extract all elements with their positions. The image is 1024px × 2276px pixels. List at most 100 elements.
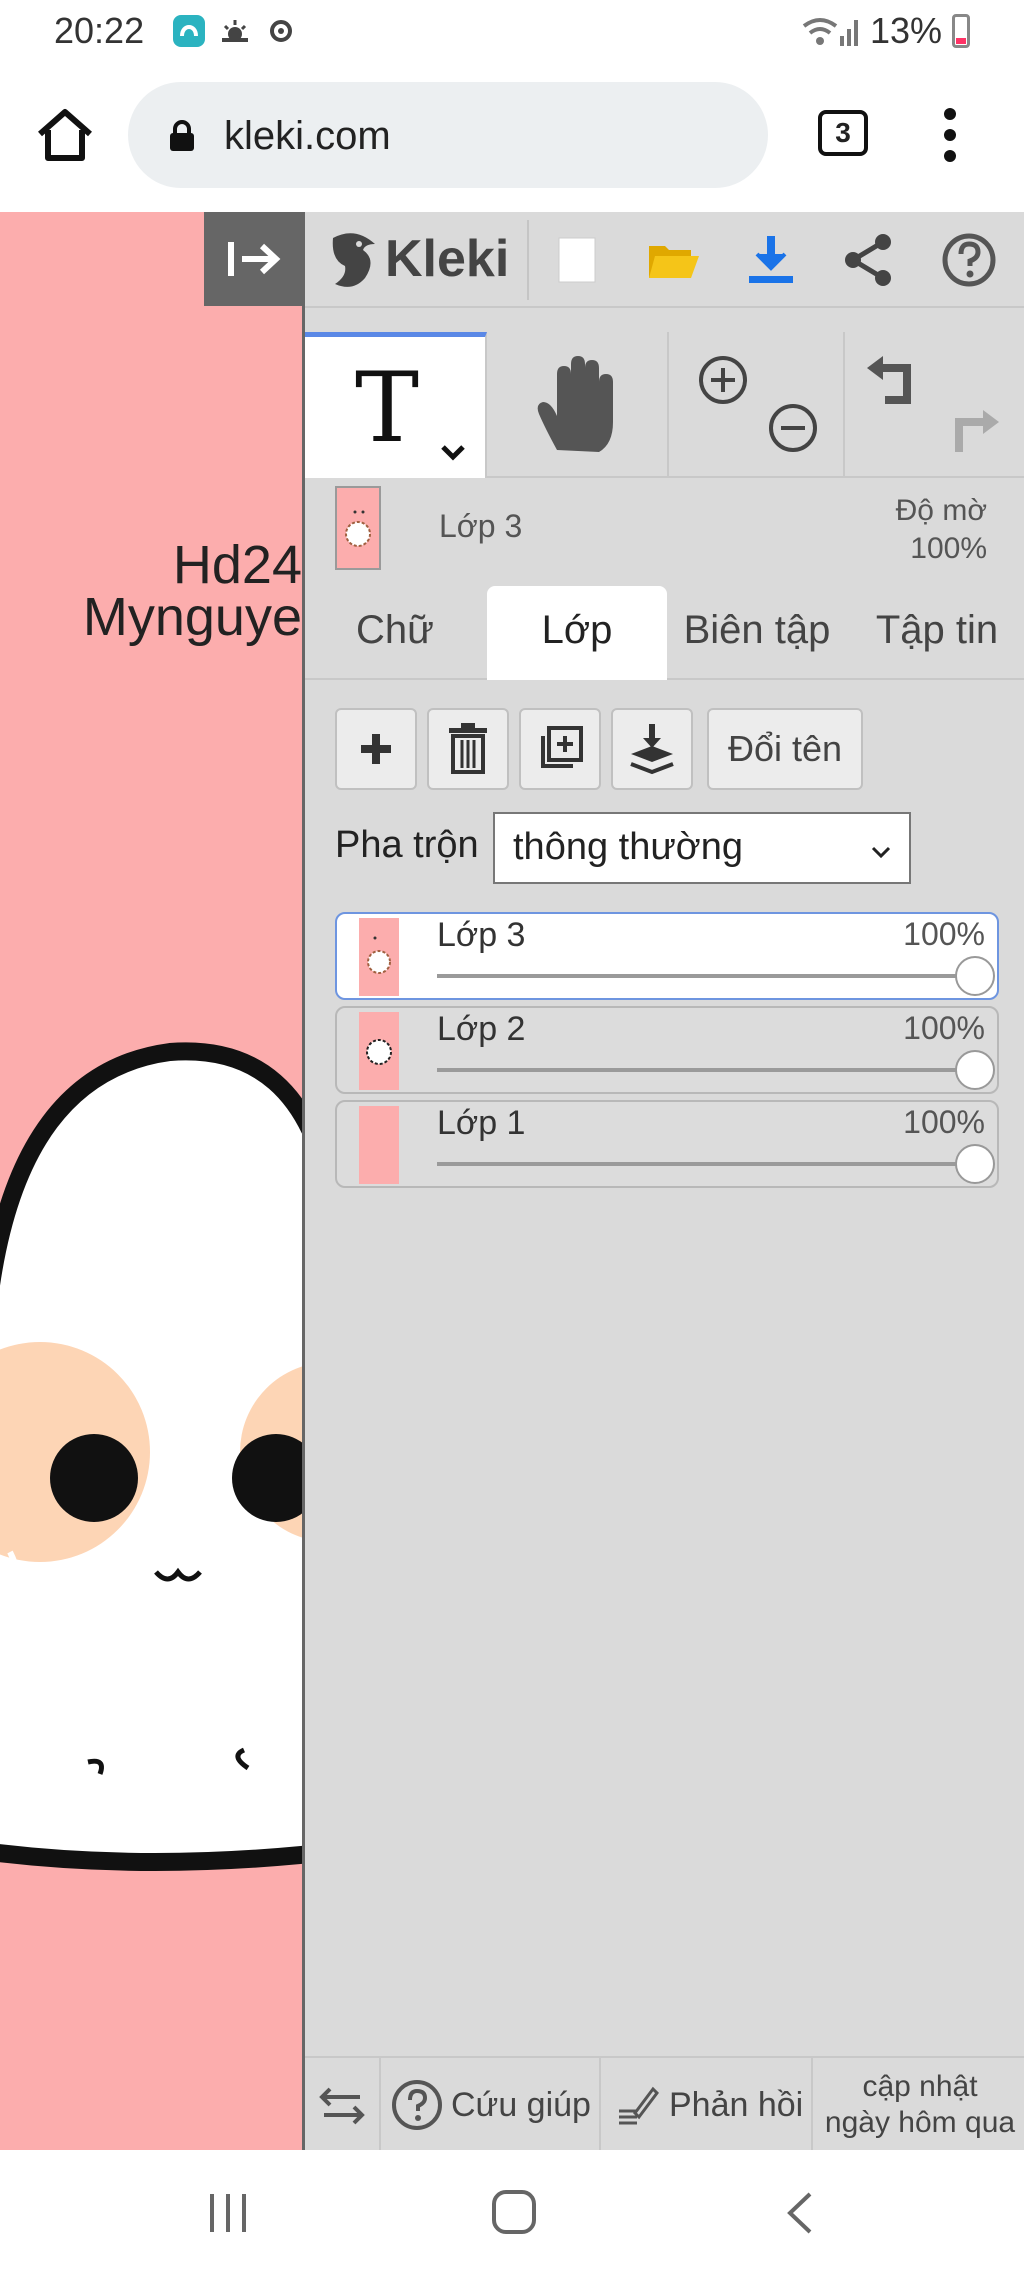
layer-thumbnail (359, 918, 399, 996)
swap-arrows-icon (319, 2087, 365, 2125)
opacity-slider-track[interactable] (437, 1162, 975, 1166)
layer-thumb-drawing (345, 510, 371, 547)
blend-mode-label: Pha trộn (335, 824, 479, 866)
layer-opacity-readout: Độ mờ 100% (896, 492, 987, 568)
sync-icon (270, 20, 292, 42)
kleki-logo[interactable]: Kleki (325, 226, 509, 292)
undo-icon[interactable] (867, 356, 911, 404)
tab-text[interactable]: Chữ (305, 586, 485, 680)
notification-icons (172, 14, 298, 48)
merge-down-button[interactable] (611, 708, 693, 790)
trash-icon (449, 723, 487, 774)
rename-layer-button[interactable]: Đổi tên (707, 708, 863, 790)
hand-icon (537, 356, 613, 452)
opacity-slider-handle[interactable] (955, 1050, 995, 1090)
more-menu-icon[interactable] (930, 104, 970, 166)
tab-edit[interactable]: Biên tập (667, 586, 847, 680)
system-nav-bar (0, 2150, 1024, 2276)
back-nav-icon[interactable] (782, 2190, 818, 2236)
layer-thumbnail (359, 1106, 399, 1184)
delete-layer-button[interactable] (427, 708, 509, 790)
tool-deck: T (305, 332, 1024, 478)
help-button[interactable]: Cứu giúp (381, 2058, 601, 2152)
add-layer-button[interactable] (335, 708, 417, 790)
app-notification-icon (173, 15, 205, 47)
drawing-canvas[interactable]: Hd24 Mynguye (0, 212, 302, 2150)
swap-side-button[interactable] (305, 2058, 381, 2152)
download-icon[interactable] (743, 232, 799, 288)
undo-redo-icons (867, 356, 999, 452)
feedback-button[interactable]: Phản hồi (601, 2058, 813, 2152)
layer-opacity: 100% (903, 1104, 985, 1140)
panel-footer: Cứu giúp Phản hồi cập nhật ngày hôm qua (305, 2056, 1024, 2152)
blend-mode-select[interactable]: thông thường (493, 812, 911, 884)
layer-item[interactable]: Lớp 1 100% (335, 1100, 999, 1188)
tab-switcher-button[interactable]: 3 (818, 110, 868, 156)
current-layer-thumbnail[interactable] (335, 486, 381, 570)
tab-layers[interactable]: Lớp (487, 586, 667, 680)
feedback-label: Phản hồi (669, 2085, 804, 2124)
share-icon[interactable] (841, 232, 897, 288)
new-image-icon[interactable] (549, 232, 605, 288)
kleki-bird-icon (332, 233, 375, 287)
feedback-pen-icon (619, 2086, 659, 2125)
layer-opacity: 100% (903, 1010, 985, 1046)
address-bar[interactable]: kleki.com (128, 82, 768, 188)
current-layer-name: Lớp 3 (439, 508, 523, 544)
text-tool-icon: T (355, 352, 465, 464)
plus-icon (361, 734, 391, 764)
wifi-signal-icon (802, 18, 858, 46)
layer-item[interactable]: Lớp 2 100% (335, 1006, 999, 1094)
undo-redo-buttons (845, 332, 1024, 478)
help-label: Cứu giúp (451, 2085, 591, 2124)
opacity-value: 100% (910, 532, 987, 565)
tab-file[interactable]: Tập tin (847, 586, 1024, 680)
zoom-in-icon[interactable] (699, 356, 747, 404)
blend-mode-value: thông thường (513, 826, 743, 868)
browser-toolbar: kleki.com 3 (0, 62, 1024, 212)
chevron-down-icon (871, 846, 891, 859)
collapse-arrow-icon (228, 242, 281, 276)
update-line2: ngày hôm qua (824, 2106, 1016, 2139)
help-circle-icon (392, 2080, 442, 2130)
redo-icon[interactable] (955, 410, 999, 452)
open-folder-icon[interactable] (645, 232, 701, 288)
opacity-slider-track[interactable] (437, 1068, 975, 1072)
zoom-out-icon[interactable] (769, 404, 817, 452)
canvas-character-drawing (0, 1042, 302, 1871)
home-nav-icon[interactable] (490, 2188, 538, 2236)
text-tool-button[interactable]: T (305, 332, 487, 478)
layer-opacity: 100% (903, 916, 985, 952)
opacity-slider-handle[interactable] (955, 1144, 995, 1184)
merge-down-icon (630, 724, 674, 775)
battery-icon (952, 14, 970, 48)
help-icon[interactable] (941, 232, 997, 288)
current-layer-info: Lớp 3 Độ mờ 100% (305, 478, 1024, 578)
panel-top-bar: Kleki (305, 212, 1024, 308)
panel-tabs: Chữ Lớp Biên tập Tập tin (305, 586, 1024, 680)
opacity-slider-handle[interactable] (955, 956, 995, 996)
weather-icon (222, 20, 248, 42)
layer-name: Lớp 2 (437, 1010, 526, 1048)
layer-item[interactable]: Lớp 3 100% (335, 912, 999, 1000)
collapse-panel-button[interactable] (204, 212, 302, 306)
zoom-icons (699, 356, 817, 452)
status-time: 20:22 (54, 10, 145, 51)
update-line1: cập nhật (862, 2070, 978, 2103)
zoom-buttons (669, 332, 845, 478)
svg-text:T: T (355, 352, 419, 464)
opacity-label: Độ mờ (895, 494, 987, 527)
url-text: kleki.com (224, 114, 391, 158)
layer-thumbnail (359, 1012, 399, 1090)
opacity-slider-track[interactable] (437, 974, 975, 978)
status-right: 13% (802, 10, 970, 52)
logo-text: Kleki (385, 230, 510, 288)
status-bar: 20:22 13% (0, 0, 1024, 62)
canvas-text-line2: Mynguye (82, 587, 302, 647)
duplicate-layer-button[interactable] (519, 708, 601, 790)
hand-tool-button[interactable] (487, 332, 669, 478)
recent-apps-icon[interactable] (206, 2190, 250, 2236)
update-info[interactable]: cập nhật ngày hôm qua (813, 2058, 1024, 2152)
duplicate-icon (541, 726, 583, 768)
home-icon[interactable] (34, 104, 96, 166)
